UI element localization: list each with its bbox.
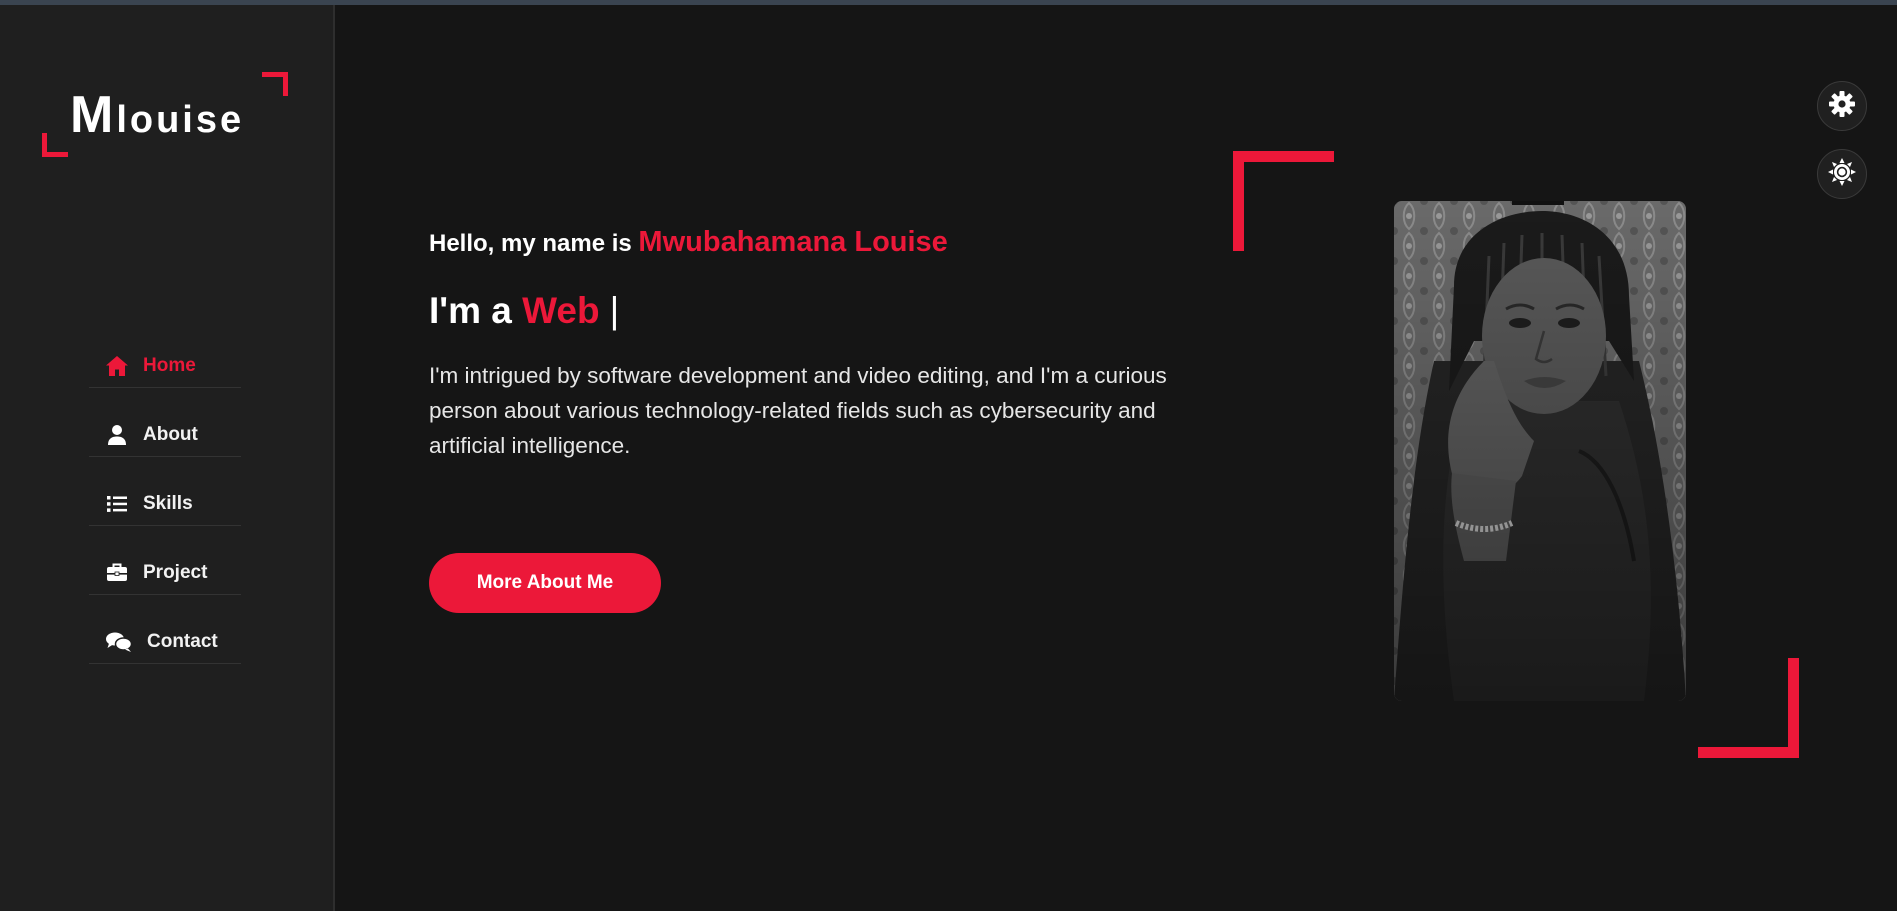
home-icon xyxy=(105,355,129,377)
nav-item-label: Contact xyxy=(147,631,218,652)
more-about-me-button[interactable]: More About Me xyxy=(429,553,661,613)
typing-caret: | xyxy=(609,290,620,331)
logo[interactable]: Mlouise xyxy=(42,67,292,163)
sun-icon xyxy=(1827,157,1857,192)
sidebar: Mlouise Home About Skills Project Contac… xyxy=(0,5,335,911)
nav-item-label: About xyxy=(143,424,198,445)
theme-toggle-button[interactable] xyxy=(1817,149,1867,199)
role-word: Web xyxy=(522,290,600,331)
nav-item-project[interactable]: Project xyxy=(89,526,241,595)
main-nav: Home About Skills Project Contact xyxy=(89,319,241,664)
logo-rest: louise xyxy=(116,99,245,141)
profile-photo xyxy=(1394,201,1686,701)
nav-item-about[interactable]: About xyxy=(89,388,241,457)
nav-item-contact[interactable]: Contact xyxy=(89,595,241,664)
photo-frame-corner-bottom-right xyxy=(1698,658,1799,758)
nav-item-home[interactable]: Home xyxy=(89,319,241,388)
person-name: Mwubahamana Louise xyxy=(638,226,948,258)
settings-button[interactable] xyxy=(1817,81,1867,131)
briefcase-icon xyxy=(105,562,129,584)
logo-corner-bottom-left xyxy=(42,133,68,157)
intro-paragraph: I'm intrigued by software development an… xyxy=(429,363,1167,458)
user-icon xyxy=(105,424,129,446)
logo-corner-top-right xyxy=(262,72,288,96)
nav-item-label: Skills xyxy=(143,493,193,514)
profile-photo-placeholder xyxy=(1394,201,1686,701)
role-prefix: I'm a xyxy=(429,290,512,331)
photo-frame-corner-top-left xyxy=(1233,151,1334,251)
nav-item-skills[interactable]: Skills xyxy=(89,457,241,526)
greeting-text: Hello, my name is xyxy=(429,230,632,257)
role-line: I'm a Web | xyxy=(429,290,619,332)
nav-item-label: Project xyxy=(143,562,208,583)
greeting-line: Hello, my name is Mwubahamana Louise xyxy=(429,226,948,259)
gear-icon xyxy=(1828,90,1856,123)
logo-initial: M xyxy=(70,86,117,144)
list-icon xyxy=(105,493,129,515)
nav-item-label: Home xyxy=(143,355,196,376)
logo-text: Mlouise xyxy=(70,85,244,145)
chat-icon xyxy=(105,631,133,653)
photo-notch xyxy=(1512,201,1564,205)
